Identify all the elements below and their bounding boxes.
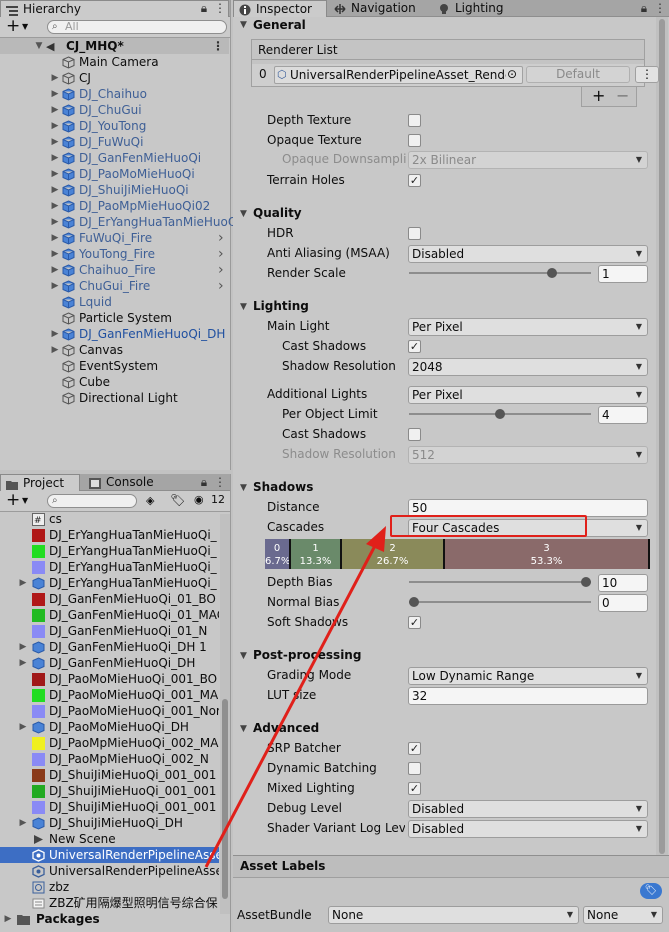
annotation-arrow [204, 526, 386, 868]
